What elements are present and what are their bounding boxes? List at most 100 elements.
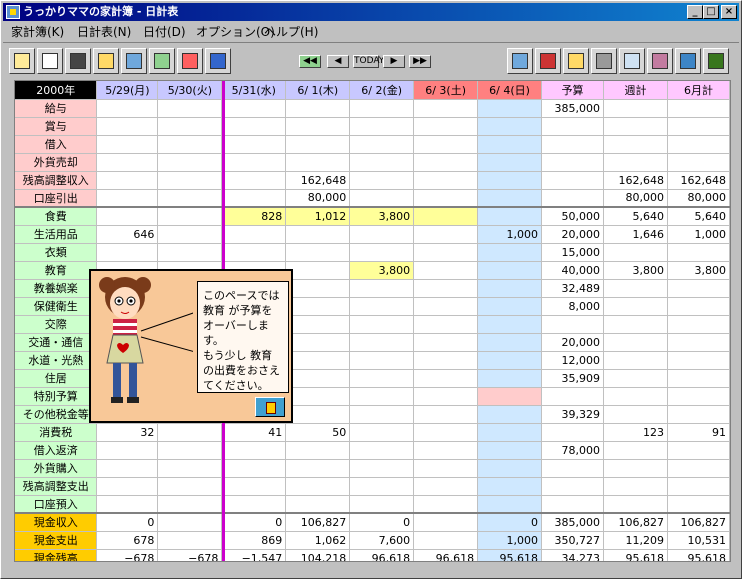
printer-icon[interactable] [591, 48, 617, 74]
row-label[interactable]: 賞与 [15, 117, 98, 136]
row-label[interactable]: 外貨購入 [15, 459, 98, 478]
ledger-cell[interactable]: 96,618 [413, 549, 479, 561]
ledger-cell[interactable] [413, 189, 479, 208]
ledger-cell[interactable] [221, 117, 287, 136]
minimize-button[interactable]: _ [687, 5, 703, 19]
ledger-cell[interactable] [157, 171, 223, 190]
ledger-cell[interactable] [413, 135, 479, 154]
day-header[interactable]: 5/31(水) [221, 81, 287, 100]
ledger-cell[interactable]: 869 [221, 531, 287, 550]
ledger-cell[interactable] [96, 117, 159, 136]
ledger-cell[interactable] [221, 459, 287, 478]
ledger-cell[interactable] [285, 351, 351, 370]
ledger-cell[interactable] [413, 369, 479, 388]
ledger-cell[interactable] [285, 117, 351, 136]
ledger-cell[interactable] [477, 117, 543, 136]
ledger-cell[interactable] [349, 333, 415, 352]
ledger-cell[interactable] [413, 261, 479, 280]
ledger-cell[interactable] [413, 153, 479, 172]
row-label[interactable]: 特別予算 [15, 387, 98, 406]
menu-kakeibo[interactable]: 家計簿(K) [11, 24, 64, 40]
ledger-cell[interactable] [477, 153, 543, 172]
ledger-cell[interactable] [477, 333, 543, 352]
ledger-cell[interactable] [285, 405, 351, 424]
book-icon[interactable] [675, 48, 701, 74]
ledger-cell[interactable] [96, 135, 159, 154]
ledger-cell[interactable] [157, 243, 223, 262]
ledger-cell[interactable] [96, 99, 159, 118]
ledger-cell[interactable] [477, 369, 543, 388]
ledger-cell[interactable]: 0 [221, 513, 287, 532]
ledger-cell[interactable] [96, 153, 159, 172]
ledger-cell[interactable]: 1,012 [285, 207, 351, 226]
ledger-cell[interactable] [413, 423, 479, 442]
ledger-cell[interactable] [349, 117, 415, 136]
ledger-cell[interactable] [285, 261, 351, 280]
ledger-cell[interactable] [157, 207, 223, 226]
ledger-cell[interactable] [96, 459, 159, 478]
ledger-cell[interactable] [96, 441, 159, 460]
ledger-cell[interactable] [157, 117, 223, 136]
ledger-cell[interactable] [221, 495, 287, 514]
ledger-cell[interactable]: 50 [285, 423, 351, 442]
ledger-cell[interactable] [157, 477, 223, 496]
ledger-cell[interactable]: 828 [221, 207, 287, 226]
day-header[interactable]: 6/ 3(土) [413, 81, 479, 100]
ledger-cell[interactable] [349, 369, 415, 388]
ledger-cell[interactable]: 1,062 [285, 531, 351, 550]
ledger-cell[interactable] [477, 99, 543, 118]
ledger-cell[interactable] [221, 135, 287, 154]
ledger-cell[interactable] [413, 531, 479, 550]
ledger-cell[interactable] [477, 459, 543, 478]
next-day-icon[interactable]: ▶ [383, 55, 405, 68]
ledger-cell[interactable]: 0 [477, 513, 543, 532]
ledger-cell[interactable] [413, 405, 479, 424]
next-week-icon[interactable]: ▶▶ [409, 55, 431, 68]
prev-day-icon[interactable]: ◀ [327, 55, 349, 68]
ledger-cell[interactable] [221, 243, 287, 262]
ledger-cell[interactable] [349, 171, 415, 190]
ledger-cell[interactable] [413, 459, 479, 478]
ledger-cell[interactable] [157, 459, 223, 478]
row-label[interactable]: 住居 [15, 369, 98, 388]
ledger-cell[interactable] [349, 405, 415, 424]
edit-icon[interactable] [9, 48, 35, 74]
ledger-cell[interactable] [285, 225, 351, 244]
ledger-cell[interactable] [477, 351, 543, 370]
ledger-cell[interactable] [349, 459, 415, 478]
photo-icon[interactable] [121, 48, 147, 74]
ledger-cell[interactable] [413, 477, 479, 496]
ledger-cell[interactable] [413, 333, 479, 352]
ledger-cell[interactable]: 3,800 [349, 261, 415, 280]
ledger-cell[interactable] [349, 153, 415, 172]
ledger-cell[interactable] [349, 297, 415, 316]
household-icon[interactable] [535, 48, 561, 74]
ledger-cell[interactable] [157, 513, 223, 532]
sale-icon[interactable] [177, 48, 203, 74]
graph-icon[interactable] [149, 48, 175, 74]
ledger-cell[interactable] [157, 135, 223, 154]
ledger-cell[interactable] [221, 477, 287, 496]
row-label[interactable]: 残高調整支出 [15, 477, 98, 496]
row-label[interactable]: 生活用品 [15, 225, 98, 244]
prev-week-icon[interactable]: ◀◀ [299, 55, 321, 68]
ledger-cell[interactable] [349, 387, 415, 406]
ledger-cell[interactable] [477, 171, 543, 190]
ledger-cell[interactable] [285, 333, 351, 352]
ledger-cell[interactable] [285, 495, 351, 514]
ledger-cell[interactable] [96, 243, 159, 262]
ledger-cell[interactable] [413, 171, 479, 190]
ledger-cell[interactable]: −1,547 [221, 549, 287, 561]
row-label[interactable]: 教育 [15, 261, 98, 280]
ledger-cell[interactable] [285, 387, 351, 406]
ledger-cell[interactable] [96, 477, 159, 496]
ledger-cell[interactable] [477, 495, 543, 514]
row-label[interactable]: その他税金等 [15, 405, 98, 424]
ledger-cell[interactable] [477, 315, 543, 334]
ledger-cell[interactable] [349, 351, 415, 370]
ledger-cell[interactable] [349, 423, 415, 442]
ledger-cell[interactable] [96, 171, 159, 190]
ledger-cell[interactable] [413, 297, 479, 316]
ledger-cell[interactable] [285, 441, 351, 460]
ledger-cell[interactable] [477, 477, 543, 496]
